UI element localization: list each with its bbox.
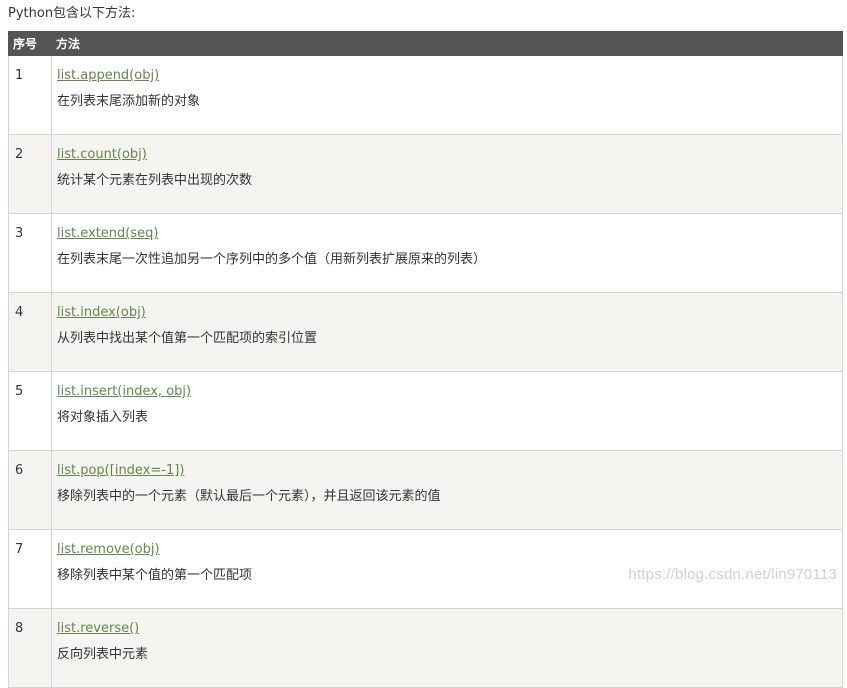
method-description: 统计某个元素在列表中出现的次数 [57,173,253,188]
methods-table: 序号 方法 1 list.append(obj) 在列表末尾添加新的对象 2 l… [8,31,843,688]
method-description: 在列表末尾一次性追加另一个序列中的多个值（用新列表扩展原来的列表） [57,252,487,267]
row-method-cell: list.index(obj) 从列表中找出某个值第一个匹配项的索引位置 [51,292,843,372]
row-number: 2 [8,134,52,214]
method-description: 移除列表中的一个元素（默认最后一个元素），并且返回该元素的值 [57,489,441,504]
table-row: 1 list.append(obj) 在列表末尾添加新的对象 [8,55,843,135]
method-link[interactable]: list.remove(obj) [57,542,842,558]
table-row: 2 list.count(obj) 统计某个元素在列表中出现的次数 [8,134,843,214]
row-method-cell: list.extend(seq) 在列表末尾一次性追加另一个序列中的多个值（用新… [51,213,843,293]
method-link[interactable]: list.reverse() [57,621,842,637]
method-link[interactable]: list.insert(index, obj) [57,384,842,400]
method-description: 从列表中找出某个值第一个匹配项的索引位置 [57,331,318,346]
method-link[interactable]: list.pop([index=-1]) [57,463,842,479]
row-number: 6 [8,450,52,530]
row-number: 8 [8,608,52,688]
row-method-cell: list.reverse() 反向列表中元素 [51,608,843,688]
row-method-cell: list.insert(index, obj) 将对象插入列表 [51,371,843,451]
watermark: https://blog.csdn.net/lin970113 [628,566,837,583]
table-row: 8 list.reverse() 反向列表中元素 [8,608,843,688]
row-number: 4 [8,292,52,372]
row-number: 7 [8,529,52,609]
row-number: 5 [8,371,52,451]
intro-text: Python包含以下方法: [8,6,136,21]
method-link[interactable]: list.extend(seq) [57,226,842,242]
method-description: 反向列表中元素 [57,647,149,662]
row-method-cell: list.pop([index=-1]) 移除列表中的一个元素（默认最后一个元素… [51,450,843,530]
row-number: 1 [8,55,52,135]
row-method-cell: list.append(obj) 在列表末尾添加新的对象 [51,55,843,135]
table-row: 4 list.index(obj) 从列表中找出某个值第一个匹配项的索引位置 [8,292,843,372]
method-description: 在列表末尾添加新的对象 [57,94,201,109]
method-description: 将对象插入列表 [57,410,149,425]
method-link[interactable]: list.count(obj) [57,147,842,163]
method-link[interactable]: list.append(obj) [57,68,842,84]
table-row: 6 list.pop([index=-1]) 移除列表中的一个元素（默认最后一个… [8,450,843,530]
table-header-row: 序号 方法 [8,31,843,56]
header-method: 方法 [51,31,843,56]
table-row: 3 list.extend(seq) 在列表末尾一次性追加另一个序列中的多个值（… [8,213,843,293]
table-row: 5 list.insert(index, obj) 将对象插入列表 [8,371,843,451]
method-link[interactable]: list.index(obj) [57,305,842,321]
row-number: 3 [8,213,52,293]
row-method-cell: list.count(obj) 统计某个元素在列表中出现的次数 [51,134,843,214]
header-number: 序号 [8,31,52,56]
